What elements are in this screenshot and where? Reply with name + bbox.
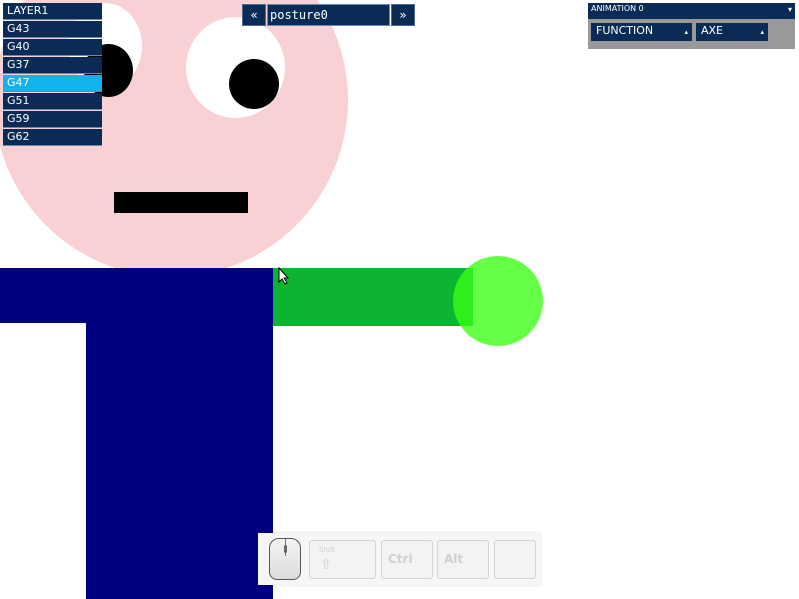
layer-item-g37[interactable]: G37 [3, 57, 102, 74]
mouth[interactable] [114, 192, 248, 213]
chevron-up-icon: ▴ [760, 28, 764, 36]
layer-item-g43[interactable]: G43 [3, 21, 102, 38]
blank-key-indicator [494, 540, 536, 579]
axe-dropdown[interactable]: AXE ▴ [696, 23, 768, 41]
ctrl-key-label: Ctrl [388, 552, 413, 566]
animation-select[interactable]: ANIMATION 0 ▾ [588, 3, 795, 19]
function-dropdown[interactable]: FUNCTION ▴ [591, 23, 692, 41]
right-arm[interactable] [273, 268, 473, 326]
function-dropdown-label: FUNCTION [596, 24, 654, 37]
layer-item-g47[interactable]: G47 [3, 75, 102, 92]
ctrl-key-indicator: Ctrl [381, 540, 433, 579]
layer-item-g62[interactable]: G62 [3, 129, 102, 146]
layer-item-g40[interactable]: G40 [3, 39, 102, 56]
torso[interactable] [86, 268, 273, 599]
shift-key-indicator: Shift ⇧ [309, 540, 376, 579]
layer-list: LAYER1 G43 G40 G37 G47 G51 G59 G62 [3, 3, 102, 147]
posture-prev-button[interactable]: « [242, 4, 266, 26]
mouse-pointer-icon [278, 267, 290, 285]
animation-title: ANIMATION 0 [591, 4, 644, 13]
posture-name-field[interactable]: posture0 [267, 4, 390, 26]
left-arm[interactable] [0, 268, 86, 323]
layer-item-g59[interactable]: G59 [3, 111, 102, 128]
right-hand[interactable] [453, 256, 543, 346]
layer-item-g51[interactable]: G51 [3, 93, 102, 110]
chevron-down-icon: ▾ [787, 5, 792, 14]
input-indicator-overlay: Shift ⇧ Ctrl Alt [258, 533, 540, 585]
posture-next-button[interactable]: » [391, 4, 415, 26]
right-pupil[interactable] [229, 59, 279, 109]
alt-key-label: Alt [444, 552, 464, 566]
alt-key-indicator: Alt [437, 540, 489, 579]
shift-key-label: Shift [319, 546, 335, 554]
layer-item-layer1[interactable]: LAYER1 [3, 3, 102, 20]
mouse-icon [269, 538, 301, 580]
shift-arrow-icon: ⇧ [320, 557, 332, 573]
chevron-up-icon: ▴ [684, 28, 688, 36]
axe-dropdown-label: AXE [701, 24, 724, 37]
animation-panel: ANIMATION 0 ▾ FUNCTION ▴ AXE ▴ [588, 3, 795, 49]
